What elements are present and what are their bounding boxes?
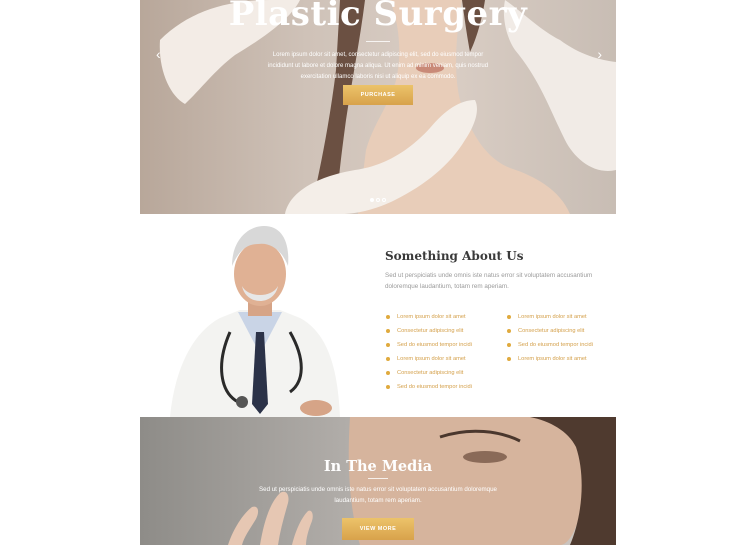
hero-title: Plastic Surgery [228,0,528,34]
list-item-label: Sed do eiusmod tempor incidi [518,342,593,348]
slider-dot-3[interactable] [382,198,386,202]
media-section: In The Media Sed ut perspiciatis unde om… [140,417,616,545]
bullet-dot-icon [386,357,390,361]
bullet-dot-icon [507,315,511,319]
list-item: Lorem ipsum dolor sit amet [385,352,472,366]
slider-dots [370,198,386,202]
hero-text: Lorem ipsum dolor sit amet, consectetur … [267,52,489,80]
bullet-dot-icon [386,329,390,333]
list-item-label: Lorem ipsum dolor sit amet [397,314,466,320]
media-text: Sed ut perspiciatis unde omnis iste natu… [259,486,497,504]
about-section: Something About Us Sed ut perspiciatis u… [140,214,616,417]
bullet-dot-icon [507,329,511,333]
media-title: In The Media [323,458,433,475]
list-item-label: Lorem ipsum dolor sit amet [518,356,587,362]
list-item: Lorem ipsum dolor sit amet [506,310,593,324]
bullet-dot-icon [386,371,390,375]
slider-dot-2[interactable] [376,198,380,202]
prev-slide-arrow-icon[interactable]: ‹ [156,47,161,61]
list-item: Sed do eiusmod tempor incidi [506,338,593,352]
page: Plastic Surgery Lorem ipsum dolor sit am… [0,0,756,545]
hero-divider [366,41,390,42]
list-item-label: Consectetur adipiscing elit [518,328,585,334]
list-item-label: Consectetur adipiscing elit [397,328,464,334]
list-item-label: Sed do eiusmod tempor incidi [397,384,472,390]
slider-dot-1[interactable] [370,198,374,202]
about-heading: Something About Us [385,249,524,263]
bullet-dot-icon [386,315,390,319]
list-item-label: Lorem ipsum dolor sit amet [518,314,587,320]
doctor-photo [170,226,340,417]
feature-list-right: Lorem ipsum dolor sit amet Consectetur a… [506,310,593,366]
next-slide-arrow-icon[interactable]: › [597,47,602,61]
feature-list-left: Lorem ipsum dolor sit amet Consectetur a… [385,310,472,394]
view-more-button[interactable]: VIEW MORE [342,518,414,540]
list-item-label: Consectetur adipiscing elit [397,370,464,376]
list-item: Consectetur adipiscing elit [506,324,593,338]
list-item: Consectetur adipiscing elit [385,324,472,338]
list-item: Lorem ipsum dolor sit amet [506,352,593,366]
hero-slider: Plastic Surgery Lorem ipsum dolor sit am… [140,0,616,214]
bullet-dot-icon [386,385,390,389]
bullet-dot-icon [386,343,390,347]
list-item-label: Lorem ipsum dolor sit amet [397,356,466,362]
bullet-dot-icon [507,343,511,347]
list-item: Consectetur adipiscing elit [385,366,472,380]
about-text: Sed ut perspiciatis unde omnis iste natu… [385,272,593,290]
bullet-dot-icon [507,357,511,361]
content-column: Plastic Surgery Lorem ipsum dolor sit am… [140,0,616,545]
list-item-label: Sed do eiusmod tempor incidi [397,342,472,348]
purchase-button[interactable]: PURCHASE [343,85,413,105]
media-divider [368,478,388,479]
list-item: Lorem ipsum dolor sit amet [385,310,472,324]
list-item: Sed do eiusmod tempor incidi [385,338,472,352]
list-item: Sed do eiusmod tempor incidi [385,380,472,394]
